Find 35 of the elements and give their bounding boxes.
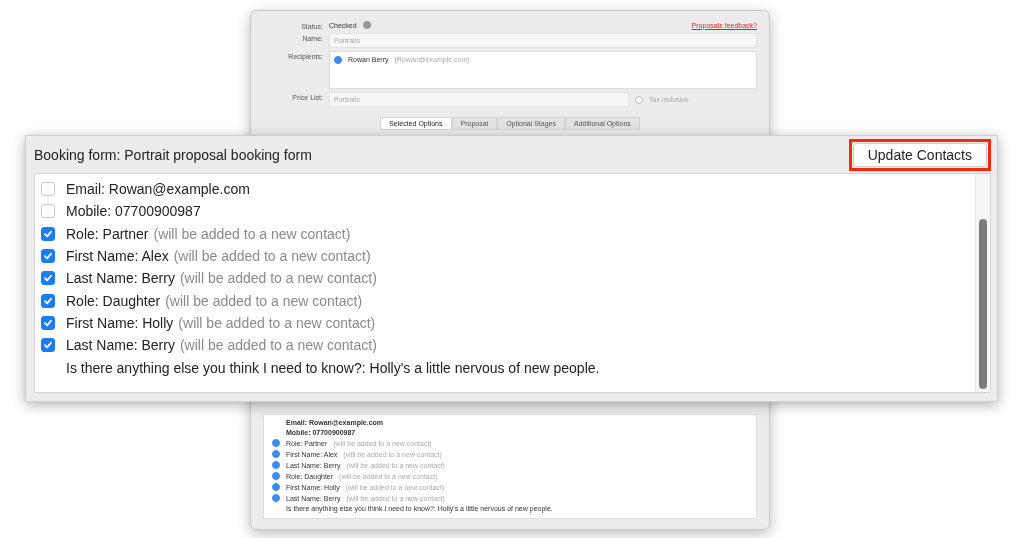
field-label: Last Name: Berry	[66, 270, 175, 287]
dialog-title: Booking form: Portrait proposal booking form	[34, 146, 312, 163]
field-label: Email: Rowan@example.com	[66, 181, 250, 198]
item-checkbox[interactable]	[272, 439, 280, 447]
item-checkbox[interactable]	[272, 472, 280, 480]
item-checkbox[interactable]	[272, 450, 280, 458]
field-note: (will be added to a new contact)	[173, 248, 371, 265]
checkbox[interactable]	[41, 249, 55, 264]
item-checkbox[interactable]	[272, 494, 280, 502]
tax-checkbox[interactable]	[635, 95, 643, 104]
checkbox[interactable]	[41, 271, 55, 286]
field-note: (will be added to a new contact)	[179, 337, 377, 354]
field-label: Is there anything else you think I need to know?: Holly's a little nervous of new people.	[66, 359, 600, 376]
checkbox[interactable]	[41, 338, 55, 353]
item-checkbox[interactable]	[272, 483, 280, 491]
update-contacts-button[interactable]: Update Contacts	[852, 142, 987, 167]
checkbox[interactable]	[41, 204, 55, 219]
field-label: Mobile: 07700900987	[66, 203, 201, 220]
field-label: First Name: Holly	[66, 314, 174, 331]
field-note: (will be added to a new contact)	[178, 314, 376, 331]
checkbox[interactable]	[41, 293, 55, 308]
field-label: Last Name: Berry	[66, 337, 175, 354]
field-note: (will be added to a new contact)	[165, 292, 363, 309]
scrollbar-thumb[interactable]	[979, 219, 987, 389]
checkbox[interactable]	[41, 226, 55, 241]
recipient-checkbox[interactable]	[334, 56, 342, 64]
field-label: First Name: Alex	[66, 248, 169, 265]
checkbox[interactable]	[41, 315, 55, 330]
scrollbar[interactable]	[975, 174, 990, 392]
field-label: Role: Partner	[66, 225, 149, 242]
field-note: (will be added to a new contact)	[153, 225, 351, 242]
checkbox[interactable]	[41, 182, 55, 197]
item-checkbox[interactable]	[272, 461, 280, 469]
field-note: (will be added to a new contact)	[179, 270, 377, 287]
field-label: Role: Daughter	[66, 292, 161, 309]
